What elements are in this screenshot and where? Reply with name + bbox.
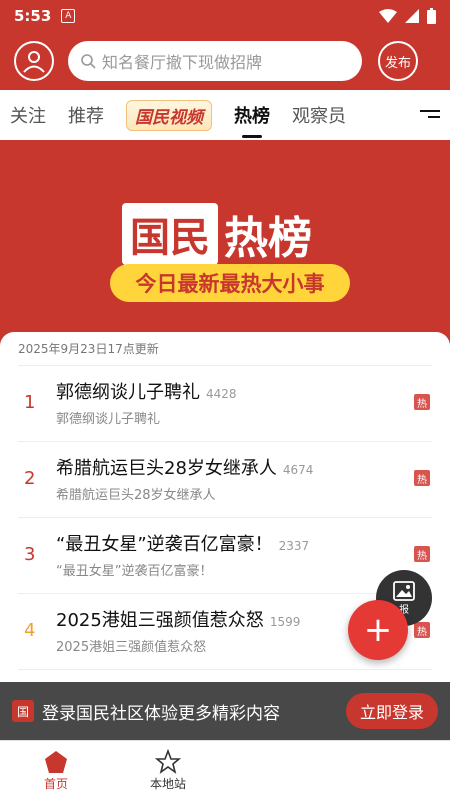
item-title-text: 郭德纲谈儿子聘礼 (56, 382, 200, 403)
tab-hot-list[interactable]: 热榜 (234, 102, 270, 138)
publish-button[interactable]: 发布 (378, 41, 418, 81)
item-count: 1599 (269, 615, 301, 629)
user-icon (23, 51, 45, 73)
bottom-nav: 首页 本地站 (0, 740, 450, 800)
banner-subtitle: 今日最新最热大小事 (110, 264, 350, 302)
plus-icon: + (363, 610, 393, 650)
top-header: 知名餐厅撤下现做招牌 发布 (0, 32, 450, 90)
item-subtitle: 2025港姐三强颜值惹众怒 (56, 640, 207, 655)
item-title-text: 希腊航运巨头28岁女继承人 (56, 458, 277, 479)
banner-title-box: 国民 (122, 203, 218, 265)
item-subtitle: “最丑女星”逆袭百亿富豪！ (56, 564, 213, 579)
battery-icon (427, 8, 436, 24)
nav-local-label: 本地站 (149, 777, 186, 791)
hot-badge: 热 (414, 622, 430, 638)
hot-badge: 热 (414, 546, 430, 562)
tab-national-video[interactable]: 国民视频 (126, 99, 212, 131)
hot-badge: 热 (414, 394, 430, 410)
status-time: 5:53 (14, 7, 52, 25)
item-title: 2025港姐三强颜值惹众怒 1599 (56, 606, 300, 632)
login-button[interactable]: 立即登录 (345, 693, 438, 729)
image-icon (393, 580, 415, 601)
signal-icon (405, 9, 419, 23)
add-post-button[interactable]: + (348, 600, 408, 660)
nav-local[interactable]: 本地站 (112, 741, 224, 800)
status-bar: 5:53 A (0, 0, 450, 32)
list-item[interactable]: 2 希腊航运巨头28岁女继承人 4674 希腊航运巨头28岁女继承人 热 (18, 442, 432, 518)
item-subtitle: 希腊航运巨头28岁女继承人 (56, 488, 216, 503)
item-title-text: 2025港姐三强颜值惹众怒 (56, 610, 264, 631)
banner-title: 国民 热榜 (122, 202, 312, 266)
rank-number: 4 (24, 620, 36, 641)
search-icon (81, 54, 96, 69)
home-pentagon-icon (45, 751, 67, 773)
hot-list-banner: 国民 热榜 今日最新最热大小事 (0, 140, 450, 350)
avatar[interactable] (14, 41, 54, 81)
item-count: 2337 (278, 539, 310, 553)
nav-home-label: 首页 (43, 777, 68, 791)
search-input[interactable]: 知名餐厅撤下现做招牌 (68, 41, 362, 81)
tab-observer[interactable]: 观察员 (292, 102, 346, 128)
login-prompt-bar: 国 登录国民社区体验更多精彩内容 立即登录 (0, 682, 450, 740)
list-item[interactable]: 1 郭德纲谈儿子聘礼 4428 郭德纲谈儿子聘礼 热 (18, 366, 432, 442)
notification-a-icon: A (61, 9, 76, 23)
login-prompt-text: 登录国民社区体验更多精彩内容 (42, 703, 280, 724)
app-logo-icon: 国 (12, 700, 34, 722)
item-title-text: “最丑女星”逆袭百亿富豪！ (56, 534, 273, 555)
menu-icon[interactable] (420, 110, 440, 122)
tab-follow[interactable]: 关注 (10, 102, 46, 128)
update-time: 2025年9月23日17点更新 (18, 332, 432, 366)
banner-title-rest: 热榜 (224, 213, 312, 264)
item-title: “最丑女星”逆袭百亿富豪！ 2337 (56, 530, 309, 556)
item-count: 4428 (206, 387, 237, 401)
hot-badge: 热 (414, 470, 430, 486)
item-title: 郭德纲谈儿子聘礼 4428 (56, 378, 237, 404)
star-icon (155, 749, 181, 774)
item-subtitle: 郭德纲谈儿子聘礼 (56, 412, 161, 427)
search-placeholder: 知名餐厅撤下现做招牌 (102, 53, 263, 72)
item-count: 4674 (282, 463, 314, 477)
wifi-icon (379, 9, 397, 23)
list-item[interactable]: 3 “最丑女星”逆袭百亿富豪！ 2337 “最丑女星”逆袭百亿富豪！ 热 (18, 518, 432, 594)
rank-number: 1 (24, 392, 36, 413)
category-tabs: 关注 推荐 国民视频 热榜 观察员 (0, 90, 450, 140)
rank-number: 3 (24, 544, 36, 565)
status-icons (379, 8, 436, 24)
tab-recommend[interactable]: 推荐 (68, 102, 104, 128)
item-title: 希腊航运巨头28岁女继承人 4674 (56, 454, 313, 480)
nav-home[interactable]: 首页 (0, 741, 112, 800)
rank-number: 2 (24, 468, 36, 489)
